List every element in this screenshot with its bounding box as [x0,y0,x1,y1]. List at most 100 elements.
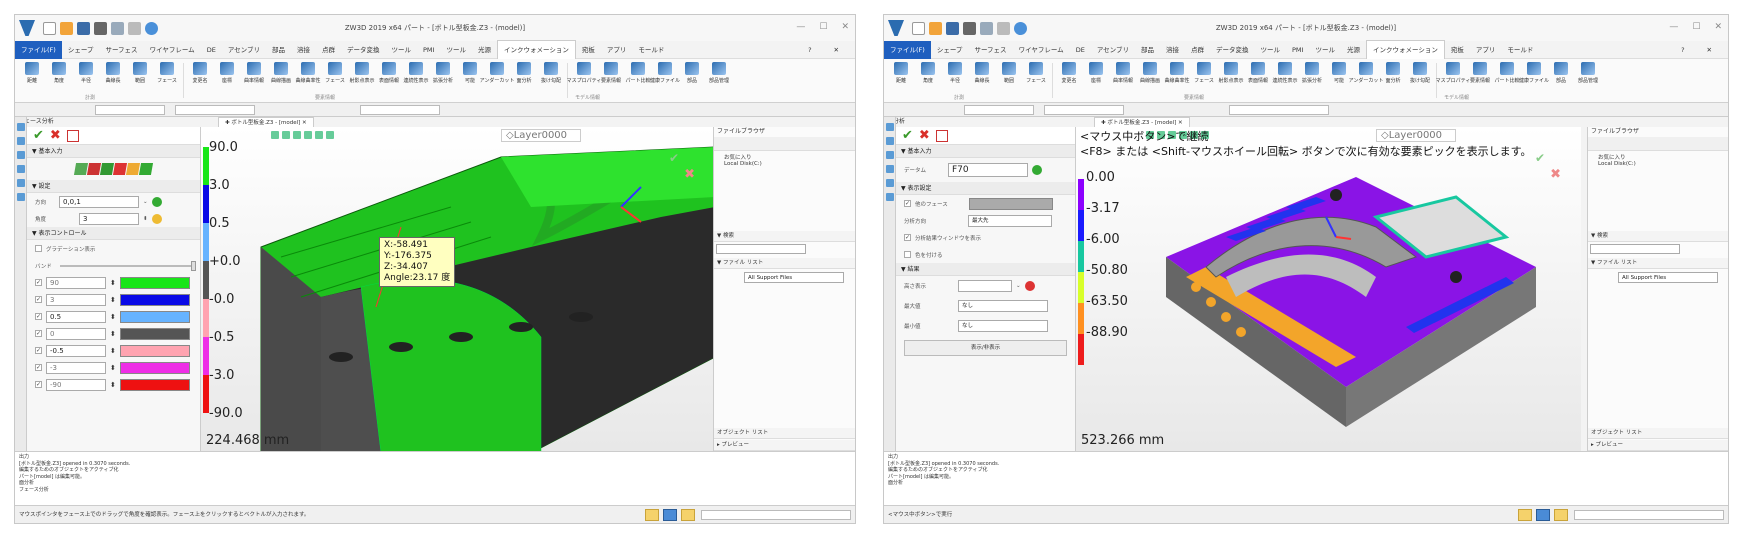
view-tool-icon[interactable] [326,131,334,139]
menu-surface[interactable]: サーフェス [968,41,1012,59]
spinner-icon[interactable]: ⬍ [110,313,116,321]
dock-icon[interactable] [17,165,25,173]
band-value[interactable]: 0 [46,327,106,340]
spinner-icon[interactable]: ⬍ [110,347,116,355]
spinner-icon[interactable]: ⬍ [143,216,148,222]
max-dropdown[interactable]: なし [958,300,1048,312]
ribbon-angle[interactable]: 角度 [915,59,941,102]
ribbon-undercut[interactable]: アンダーカット [480,59,514,102]
object-list-section[interactable]: オブジェクト リスト [714,428,855,439]
ribbon-extended-analysis[interactable]: 拡張分析 [1299,59,1325,102]
spinner-icon[interactable]: ⬍ [110,364,116,372]
ribbon-angle[interactable]: 角度 [46,59,72,102]
band-color-swatch[interactable] [119,310,190,323]
dock-icon[interactable] [17,179,25,187]
undo-icon[interactable] [980,21,993,35]
menu-pointcloud[interactable]: 点群 [1185,41,1210,59]
section-basic-input[interactable]: ▼ 基本入力 [27,145,200,158]
cancel-x-icon[interactable]: ✖ [50,128,61,143]
band-checkbox[interactable]: ✓ [35,313,42,320]
save-icon[interactable] [77,21,90,35]
band-value[interactable]: -3 [46,361,106,374]
tree-item-local-disk[interactable]: Local Disk(C:) [1598,161,1718,167]
band-color-swatch[interactable] [119,293,190,306]
dock-icon[interactable] [17,123,25,131]
datum-input[interactable]: F70 [948,163,1028,177]
tree-item-favorites[interactable]: お気に入り [1598,153,1718,161]
ribbon-face-analysis[interactable]: 面分析 [1380,59,1406,102]
face-color-icon[interactable] [99,163,115,175]
close-icon[interactable]: ✕ [841,22,849,32]
menu-assembly[interactable]: アセンブリ [222,41,266,59]
menu-weld[interactable]: 溶接 [1160,41,1185,59]
ribbon-curvature[interactable]: 曲率情報 [1110,59,1136,102]
print-icon[interactable] [963,21,976,35]
apply-icon[interactable] [66,129,79,142]
layer-dropdown[interactable]: ◇Layer0000 [501,129,581,142]
option2-checkbox[interactable] [904,251,911,258]
ribbon-health-file[interactable]: 健康ファイル [1519,59,1549,102]
minimize-icon[interactable]: — [796,22,805,32]
menu-file[interactable]: ファイル(F) [15,40,62,59]
view-tool-icon[interactable] [315,131,323,139]
menu-surface[interactable]: サーフェス [99,41,143,59]
ribbon-curvature[interactable]: 曲率情報 [241,59,267,102]
help-icon[interactable]: ? [1675,41,1690,59]
monitor-icon[interactable] [663,509,677,521]
dock-icon[interactable] [886,165,894,173]
section-display-settings[interactable]: ▼ 表示設定 [896,182,1075,195]
ribbon-element-info[interactable]: 要素情報 [1467,59,1493,102]
close-icon[interactable]: ✕ [1714,22,1722,32]
minimize-icon[interactable]: — [1669,22,1678,32]
ribbon-range[interactable]: 範囲 [996,59,1022,102]
menu-wireframe[interactable]: ワイヤフレーム [1013,41,1070,59]
help-icon[interactable]: ? [802,41,817,59]
menu-parts[interactable]: 部品 [1135,41,1160,59]
menu-de[interactable]: DE [201,41,222,59]
status-icon[interactable] [645,509,659,521]
ribbon-health-file[interactable]: 健康ファイル [650,59,680,102]
vector-pick-icon[interactable] [151,196,162,207]
ribbon-distance[interactable]: 距離 [888,59,914,102]
ribbon-curve-length[interactable]: 曲線長 [100,59,126,102]
ribbon-parts[interactable]: 部品 [1548,59,1574,102]
preview-section[interactable]: ▸ プレビュー [714,440,855,451]
angle-input[interactable]: 3 [79,212,139,225]
model-view[interactable] [1076,127,1581,451]
dock-icon[interactable] [886,137,894,145]
spinner-icon[interactable]: ⬍ [110,381,116,389]
chevron-down-icon[interactable]: ⌄ [1016,283,1021,289]
ribbon-surface-info[interactable]: 表面情報 [376,59,402,102]
view-dropdown[interactable] [1229,105,1329,115]
gradation-checkbox[interactable] [35,245,42,252]
section-basic-input[interactable]: ▼ 基本入力 [896,145,1075,158]
menu-data[interactable]: データ変換 [341,41,386,59]
ribbon-curve-draw[interactable]: 曲線描画 [1137,59,1163,102]
band-color-swatch[interactable] [119,378,190,391]
ribbon-parts[interactable]: 部品 [679,59,705,102]
redo-icon[interactable] [128,21,141,35]
height-display-input[interactable] [958,280,1012,292]
preview-section[interactable]: ▸ プレビュー [1588,440,1728,451]
toggle-display-button[interactable]: 表示/非表示 [904,340,1067,356]
band-value[interactable]: 90 [46,276,106,289]
menu-shape[interactable]: シェープ [931,41,969,59]
ribbon-continuity[interactable]: 連続性表示 [403,59,429,102]
viewport-ok-icon[interactable]: ✔ [669,151,679,165]
face-color-icon[interactable] [112,163,128,175]
ribbon-coordinate[interactable]: 座標 [1083,59,1109,102]
dock-icon[interactable] [17,137,25,145]
search-input[interactable] [1590,244,1680,254]
band-checkbox[interactable]: ✓ [35,279,42,286]
band-color-swatch[interactable] [119,361,190,374]
ribbon-face[interactable]: フェース [1023,59,1049,102]
menu-pointcloud[interactable]: 点群 [316,41,341,59]
view-tool-icon[interactable] [304,131,312,139]
menu-apps[interactable]: アプリ [601,41,633,59]
file-list-section[interactable]: ▼ ファイル リスト [1588,258,1728,269]
apply-icon[interactable] [935,129,948,142]
menu-sheet[interactable]: 宛板 [576,41,601,59]
height-pick-icon[interactable] [1024,281,1035,291]
ribbon-draft[interactable]: 抜け勾配 [1407,59,1433,102]
menu-assembly[interactable]: アセンブリ [1091,41,1135,59]
